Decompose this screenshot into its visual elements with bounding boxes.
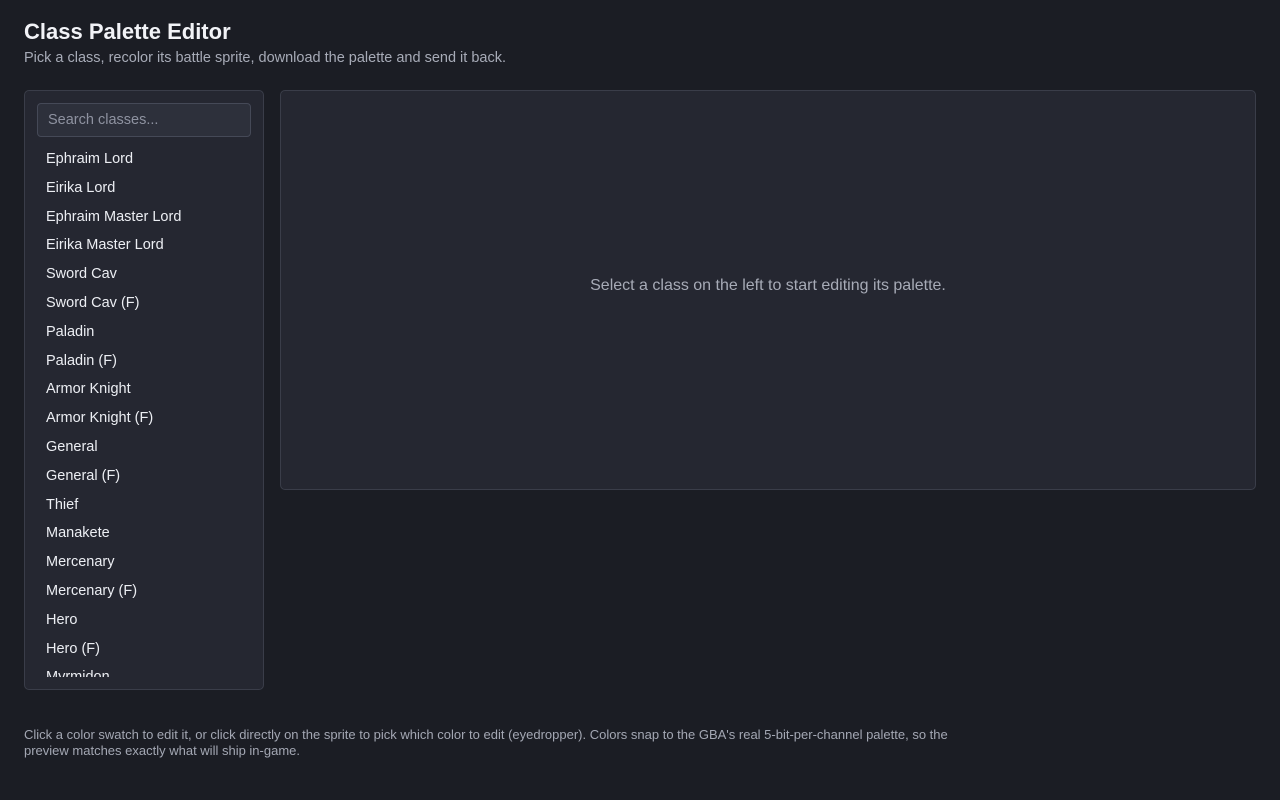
class-list[interactable]: Ephraim Lord Eirika Lord Ephraim Master … — [37, 145, 251, 677]
class-list-item[interactable]: Mercenary — [37, 548, 251, 577]
class-list-item[interactable]: Ephraim Lord — [37, 145, 251, 174]
class-list-item[interactable]: Armor Knight — [37, 375, 251, 404]
class-list-item[interactable]: General — [37, 433, 251, 462]
class-list-item[interactable]: Manakete — [37, 519, 251, 548]
class-list-item[interactable]: Thief — [37, 491, 251, 520]
page-title: Class Palette Editor — [24, 19, 231, 44]
class-list-item[interactable]: Paladin — [37, 318, 251, 347]
class-list-item[interactable]: Eirika Lord — [37, 174, 251, 203]
class-list-item[interactable]: Sword Cav — [37, 260, 251, 289]
class-list-item[interactable]: Sword Cav (F) — [37, 289, 251, 318]
page-subtitle: Pick a class, recolor its battle sprite,… — [24, 50, 506, 66]
palette-editor-panel: Select a class on the left to start edit… — [280, 90, 1256, 490]
class-list-item[interactable]: Myrmidon — [37, 663, 251, 677]
class-list-item[interactable]: Hero (F) — [37, 635, 251, 664]
class-list-item[interactable]: Armor Knight (F) — [37, 404, 251, 433]
class-list-item[interactable]: General (F) — [37, 462, 251, 491]
class-list-item[interactable]: Ephraim Master Lord — [37, 203, 251, 232]
class-search-input[interactable] — [37, 103, 251, 137]
class-sidebar: Ephraim Lord Eirika Lord Ephraim Master … — [24, 90, 264, 690]
class-list-item[interactable]: Hero — [37, 606, 251, 635]
help-text: Click a color swatch to edit it, or clic… — [24, 727, 948, 758]
empty-state-message: Select a class on the left to start edit… — [590, 277, 946, 294]
class-list-item[interactable]: Eirika Master Lord — [37, 231, 251, 260]
class-list-item[interactable]: Mercenary (F) — [37, 577, 251, 606]
class-list-item[interactable]: Paladin (F) — [37, 347, 251, 376]
